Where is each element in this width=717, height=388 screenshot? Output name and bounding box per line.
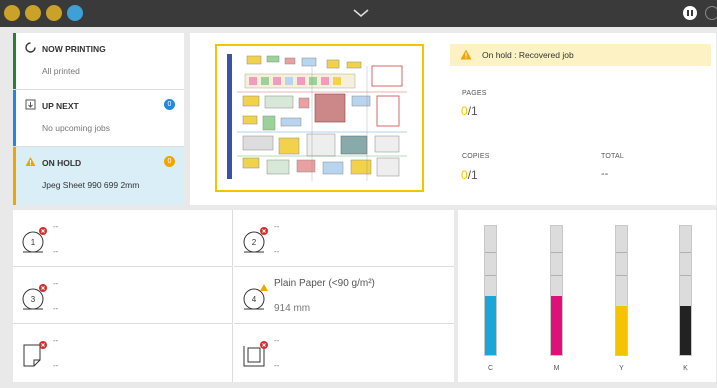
- job-list: NOW PRINTING All printed UP NEXT No upco…: [13, 33, 184, 205]
- job-title: NOW PRINTING: [42, 44, 106, 54]
- pages-total: /1: [467, 104, 478, 118]
- roll-2-slot[interactable]: 2 -- --: [234, 210, 454, 267]
- maintenance-icon[interactable]: [46, 5, 62, 21]
- block-diagram-thumbnail: [227, 54, 407, 181]
- ink-label: Y: [619, 365, 624, 372]
- roll-media: Plain Paper (<90 g/m²): [274, 278, 375, 289]
- ink-level-fill: [616, 305, 627, 355]
- total-label: TOTAL: [601, 153, 624, 160]
- roll-1-slot[interactable]: 1 -- --: [13, 210, 233, 267]
- roll-width: --: [274, 247, 280, 256]
- roll-4-slot[interactable]: 4 Plain Paper (<90 g/m²) 914 mm: [234, 267, 454, 324]
- job-count-badge: 0: [164, 99, 175, 110]
- ink-label: C: [487, 365, 494, 372]
- warning-icon: [25, 157, 36, 166]
- job-title: ON HOLD: [42, 158, 82, 168]
- warning-icon: [260, 284, 268, 291]
- job-subtitle: No upcoming jobs: [42, 123, 111, 133]
- roll-media: --: [274, 222, 280, 231]
- ink-gauge-line: [616, 251, 627, 253]
- roll-media: --: [53, 222, 59, 231]
- ink-cartridge-m[interactable]: [550, 225, 563, 356]
- roll-number: 4: [252, 295, 257, 304]
- copies-total: /1: [467, 168, 478, 182]
- roll-icon: 3: [22, 284, 47, 310]
- job-count-badge: 0: [164, 156, 175, 167]
- ink-gauge-line: [485, 275, 496, 277]
- job-preview-image[interactable]: [215, 44, 424, 192]
- stacker-size: --: [274, 361, 280, 370]
- sheet-slot[interactable]: -- --: [13, 324, 233, 382]
- ink-level-fill: [551, 295, 562, 355]
- chevron-down-icon[interactable]: [351, 6, 371, 20]
- queue-icon: [25, 99, 36, 110]
- ink-label: K: [683, 365, 688, 372]
- pages-value: 0/1: [461, 104, 478, 118]
- roll-width: --: [53, 304, 59, 313]
- total-value: --: [601, 168, 609, 180]
- pause-icon[interactable]: [683, 6, 697, 20]
- roll-icon: 2: [243, 227, 268, 253]
- sheet-size: --: [53, 361, 59, 370]
- copies-value: 0/1: [461, 168, 478, 182]
- stacker-slot[interactable]: -- --: [234, 324, 454, 382]
- roll-width: --: [53, 247, 59, 256]
- ink-gauge-line: [551, 275, 562, 277]
- status-bar: [13, 33, 16, 89]
- spinner-icon: [25, 42, 36, 53]
- roll-icon: 4: [243, 284, 268, 310]
- pages-label: PAGES: [462, 90, 487, 97]
- roll-number: 1: [31, 238, 36, 247]
- ink-status-icon[interactable]: [67, 5, 83, 21]
- top-bar: [0, 0, 717, 27]
- ink-gauge-line: [680, 275, 691, 277]
- roll-icon: 1: [22, 227, 47, 253]
- warning-icon: [460, 49, 472, 60]
- roll-media: --: [53, 279, 59, 288]
- ink-label: M: [553, 365, 560, 372]
- ink-gauge-line: [680, 251, 691, 253]
- job-status-icon[interactable]: [25, 5, 41, 21]
- status-bar: [13, 147, 16, 205]
- ink-gauge-line: [616, 275, 627, 277]
- job-subtitle: Jpeg Sheet 990 699 2mm: [42, 180, 140, 190]
- job-subtitle: All printed: [42, 66, 80, 76]
- ink-cartridge-c[interactable]: [484, 225, 497, 356]
- ink-gauge-line: [551, 251, 562, 253]
- job-on-hold[interactable]: ON HOLD Jpeg Sheet 990 699 2mm 0: [13, 147, 184, 205]
- sheet-media: --: [53, 336, 59, 345]
- status-bar: [13, 90, 16, 146]
- copies-done: 0: [461, 168, 468, 182]
- roll-width: 914 mm: [274, 303, 311, 314]
- job-up-next[interactable]: UP NEXT No upcoming jobs 0: [13, 90, 184, 147]
- hold-alert: On hold : Recovered job: [450, 44, 711, 66]
- ink-level-fill: [485, 295, 496, 355]
- printer-status-icon[interactable]: [4, 5, 20, 21]
- sheet-icon: [23, 341, 47, 367]
- ink-gauge-line: [485, 251, 496, 253]
- ink-cartridge-k[interactable]: [679, 225, 692, 356]
- stacker-media: --: [274, 336, 280, 345]
- roll-number: 3: [31, 295, 36, 304]
- copies-label: COPIES: [462, 153, 490, 160]
- roll-number: 2: [252, 238, 257, 247]
- job-now-printing[interactable]: NOW PRINTING All printed: [13, 33, 184, 90]
- smiley-icon[interactable]: [705, 6, 717, 20]
- ink-cartridge-y[interactable]: [615, 225, 628, 356]
- job-title: UP NEXT: [42, 101, 79, 111]
- pages-done: 0: [461, 104, 468, 118]
- ink-level-fill: [680, 305, 691, 355]
- roll-3-slot[interactable]: 3 -- --: [13, 267, 233, 324]
- alert-text: On hold : Recovered job: [482, 50, 574, 60]
- substrate-panel: 1 -- -- 2 -- -- 3 -- -- 4 Plain Paper (<…: [13, 210, 454, 382]
- stacker-icon: [243, 341, 268, 367]
